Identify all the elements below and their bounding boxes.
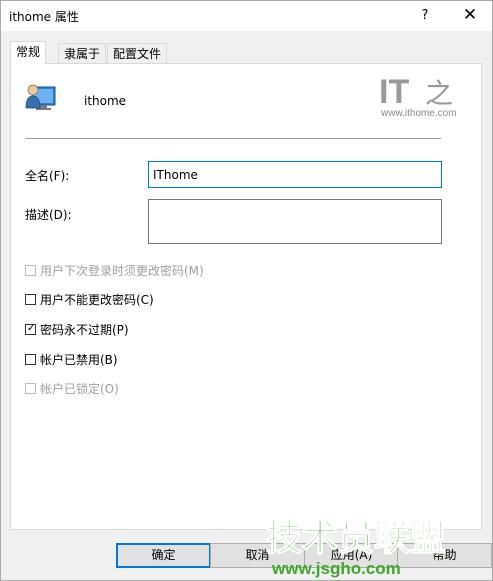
- checkbox-box[interactable]: [25, 353, 36, 365]
- checkbox-box[interactable]: ✓: [25, 322, 36, 335]
- password-never-expires-checkbox[interactable]: ✓ 密码永不过期(P): [25, 321, 129, 337]
- checkbox-box[interactable]: [25, 264, 36, 276]
- username-label: ithome: [84, 94, 127, 108]
- description-label: 描述(D):: [25, 208, 72, 222]
- properties-dialog: ithome 属性 ? ✕ 常规 隶属于 配置文件 ithome IT 之 ww…: [0, 0, 493, 581]
- checkbox-label: 密码永不过期(P): [40, 322, 129, 337]
- checkmark-icon: ✓: [27, 322, 36, 334]
- user-icon: [25, 84, 56, 110]
- jsgho-url-text: www.jsgho.com: [271, 559, 401, 578]
- fullname-input[interactable]: [148, 161, 442, 188]
- jsgho-site-text: 技术员联盟: [266, 518, 446, 559]
- checkbox-label: 用户下次登录时须更改密码(M): [40, 263, 204, 278]
- divider: [25, 138, 441, 139]
- checkbox-label: 帐户已锁定(O): [40, 381, 119, 396]
- tab-profile[interactable]: 配置文件: [107, 43, 168, 63]
- close-button[interactable]: ✕: [453, 1, 487, 31]
- cannot-change-password-checkbox[interactable]: 用户不能更改密码(C): [25, 291, 154, 307]
- account-disabled-checkbox[interactable]: 帐户已禁用(B): [25, 351, 118, 367]
- checkbox-box[interactable]: [25, 293, 36, 305]
- tab-general[interactable]: 常规: [10, 41, 47, 64]
- fullname-label: 全名(F):: [25, 169, 70, 183]
- ithome-url-watermark: www.ithome.com: [381, 108, 457, 119]
- window-title: ithome 属性: [9, 10, 79, 24]
- checkbox-label: 用户不能更改密码(C): [40, 292, 154, 307]
- svg-text:之: 之: [425, 77, 453, 110]
- description-input[interactable]: [148, 199, 442, 244]
- jsgho-watermark: 技术员联盟 www.jsgho.com: [265, 517, 446, 578]
- account-locked-checkbox[interactable]: 帐户已锁定(O): [25, 380, 119, 396]
- tab-member-of[interactable]: 隶属于: [58, 43, 107, 63]
- title-bar[interactable]: ithome 属性 ? ✕: [1, 1, 492, 31]
- checkbox-box[interactable]: [25, 382, 36, 394]
- must-change-password-checkbox[interactable]: 用户下次登录时须更改密码(M): [25, 262, 204, 278]
- svg-text:IT: IT: [379, 73, 409, 111]
- help-title-button[interactable]: ?: [408, 1, 442, 31]
- ok-button[interactable]: 确定: [116, 543, 211, 568]
- checkbox-label: 帐户已禁用(B): [40, 352, 118, 367]
